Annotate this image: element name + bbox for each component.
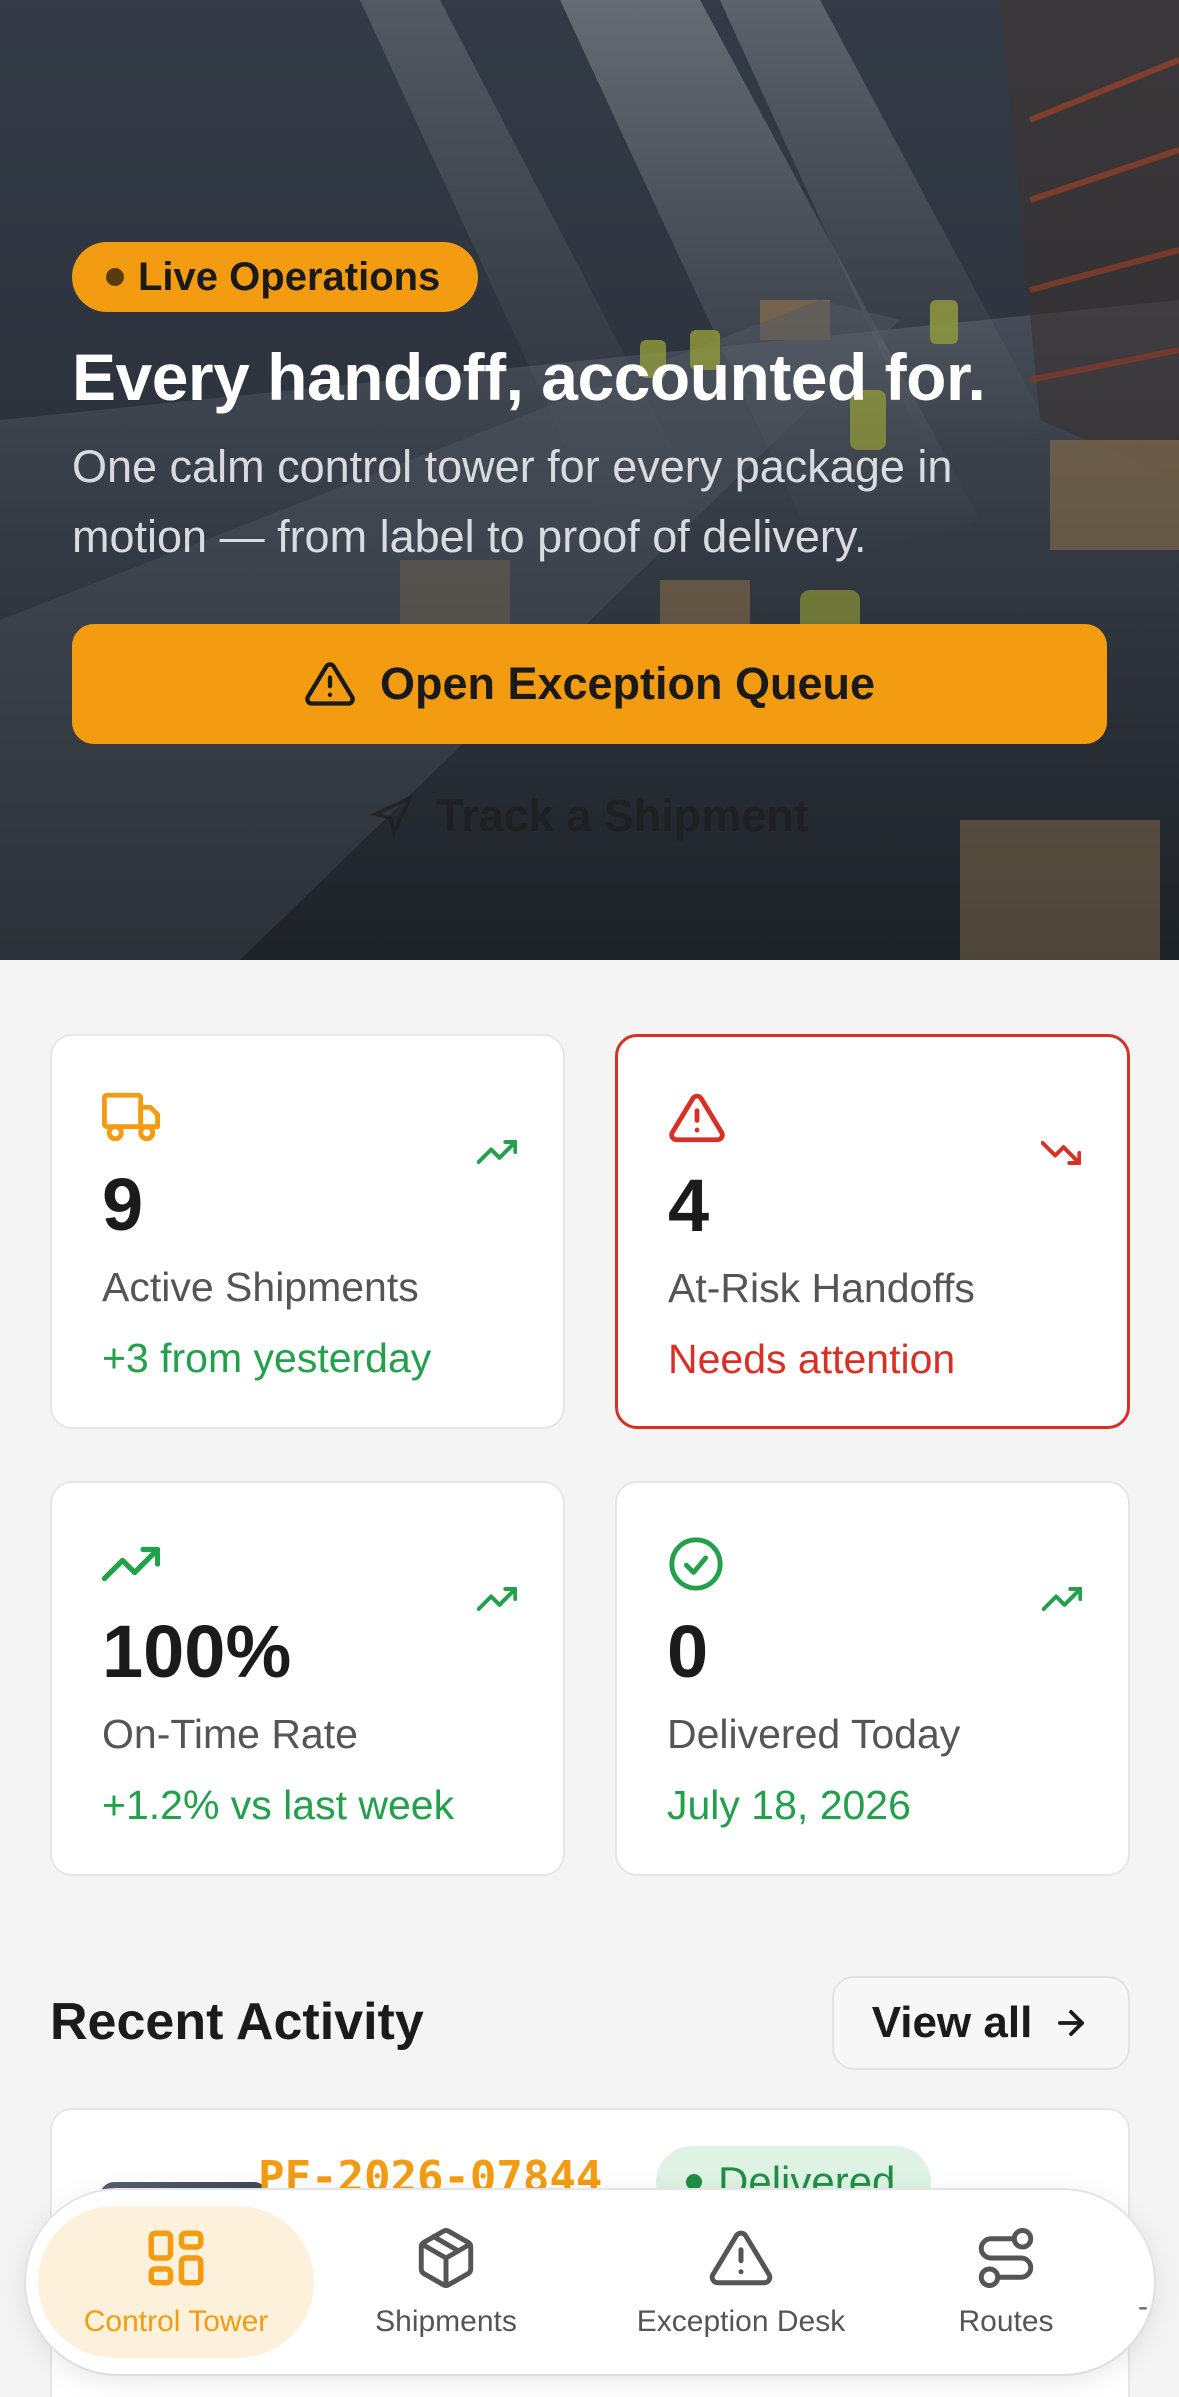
status-dot-icon bbox=[686, 2174, 702, 2190]
hero-content: Live Operations Every handoff, accounted… bbox=[72, 242, 1112, 572]
stat-card-delivered-today[interactable]: 0 Delivered Today July 18, 2026 bbox=[615, 1481, 1130, 1876]
stat-value: 100% bbox=[102, 1610, 292, 1693]
hero-subtitle: One calm control tower for every package… bbox=[72, 440, 953, 562]
nav-item-shipments[interactable]: Shipments bbox=[326, 2206, 566, 2358]
stat-note: +3 from yesterday bbox=[102, 1335, 432, 1381]
nav-item-routes[interactable]: Routes bbox=[906, 2206, 1106, 2358]
stat-label: Delivered Today bbox=[667, 1711, 961, 1757]
stat-card-on-time-rate[interactable]: 100% On-Time Rate +1.2% vs last week bbox=[50, 1481, 565, 1876]
stat-note: Needs attention bbox=[668, 1336, 956, 1382]
trending-up-icon bbox=[102, 1546, 160, 1582]
arrow-right-icon bbox=[1058, 2010, 1085, 2036]
navigation-arrow-icon bbox=[370, 794, 415, 838]
app-screen: Live Operations Every handoff, accounted… bbox=[0, 0, 1179, 2397]
view-all-button[interactable]: View all bbox=[832, 1976, 1130, 2070]
alert-triangle-icon bbox=[709, 2230, 773, 2286]
alert-triangle-icon bbox=[669, 1093, 725, 1143]
trending-down-icon bbox=[1041, 1141, 1081, 1165]
stat-value: 9 bbox=[102, 1163, 144, 1246]
hero-section: Live Operations Every handoff, accounted… bbox=[0, 0, 1179, 960]
stat-label: Active Shipments bbox=[102, 1264, 419, 1310]
cta-label: Open Exception Queue bbox=[379, 658, 876, 709]
trending-up-icon bbox=[477, 1140, 517, 1164]
track-shipment-label: Track a Shipment bbox=[436, 790, 809, 841]
stat-note: July 18, 2026 bbox=[667, 1782, 911, 1828]
live-badge-label: Live Operations bbox=[138, 254, 441, 299]
hero-title: Every handoff, accounted for. bbox=[72, 340, 986, 414]
nav-overflow-indicator: - bbox=[1138, 2290, 1148, 2323]
open-exception-queue-button[interactable]: Open Exception Queue bbox=[72, 624, 1107, 744]
stat-label: On-Time Rate bbox=[102, 1711, 358, 1757]
nav-item-control-tower[interactable]: Control Tower bbox=[38, 2206, 314, 2358]
nav-item-exception-desk[interactable]: Exception Desk bbox=[586, 2206, 896, 2358]
grid-icon bbox=[148, 2230, 204, 2286]
nav-label: Control Tower bbox=[83, 2305, 269, 2338]
stat-card-at-risk-handoffs[interactable]: 4 At-Risk Handoffs Needs attention bbox=[615, 1034, 1130, 1429]
stat-card-active-shipments[interactable]: 9 Active Shipments +3 from yesterday bbox=[50, 1034, 565, 1429]
recent-activity-title: Recent Activity bbox=[50, 1993, 424, 2051]
trending-up-icon bbox=[477, 1587, 517, 1611]
truck-icon bbox=[102, 1092, 160, 1142]
nav-label: Exception Desk bbox=[636, 2305, 846, 2338]
alert-triangle-icon bbox=[305, 662, 355, 706]
view-all-label: View all bbox=[871, 1998, 1033, 2047]
stat-note: +1.2% vs last week bbox=[102, 1782, 455, 1828]
nav-label: Routes bbox=[958, 2305, 1054, 2338]
track-shipment-link[interactable]: Track a Shipment bbox=[0, 790, 1179, 842]
bottom-navigation: Control Tower Shipments Exception Desk R… bbox=[26, 2190, 1154, 2374]
nav-label: Shipments bbox=[375, 2305, 517, 2338]
stat-label: At-Risk Handoffs bbox=[668, 1265, 975, 1311]
package-icon bbox=[418, 2228, 474, 2288]
check-circle-icon bbox=[669, 1537, 723, 1591]
stat-value: 0 bbox=[667, 1610, 709, 1693]
stat-value: 4 bbox=[668, 1164, 710, 1247]
live-dot-icon bbox=[106, 268, 124, 286]
live-operations-badge: Live Operations bbox=[72, 242, 479, 312]
trending-up-icon bbox=[1042, 1587, 1082, 1611]
route-icon bbox=[978, 2228, 1034, 2288]
